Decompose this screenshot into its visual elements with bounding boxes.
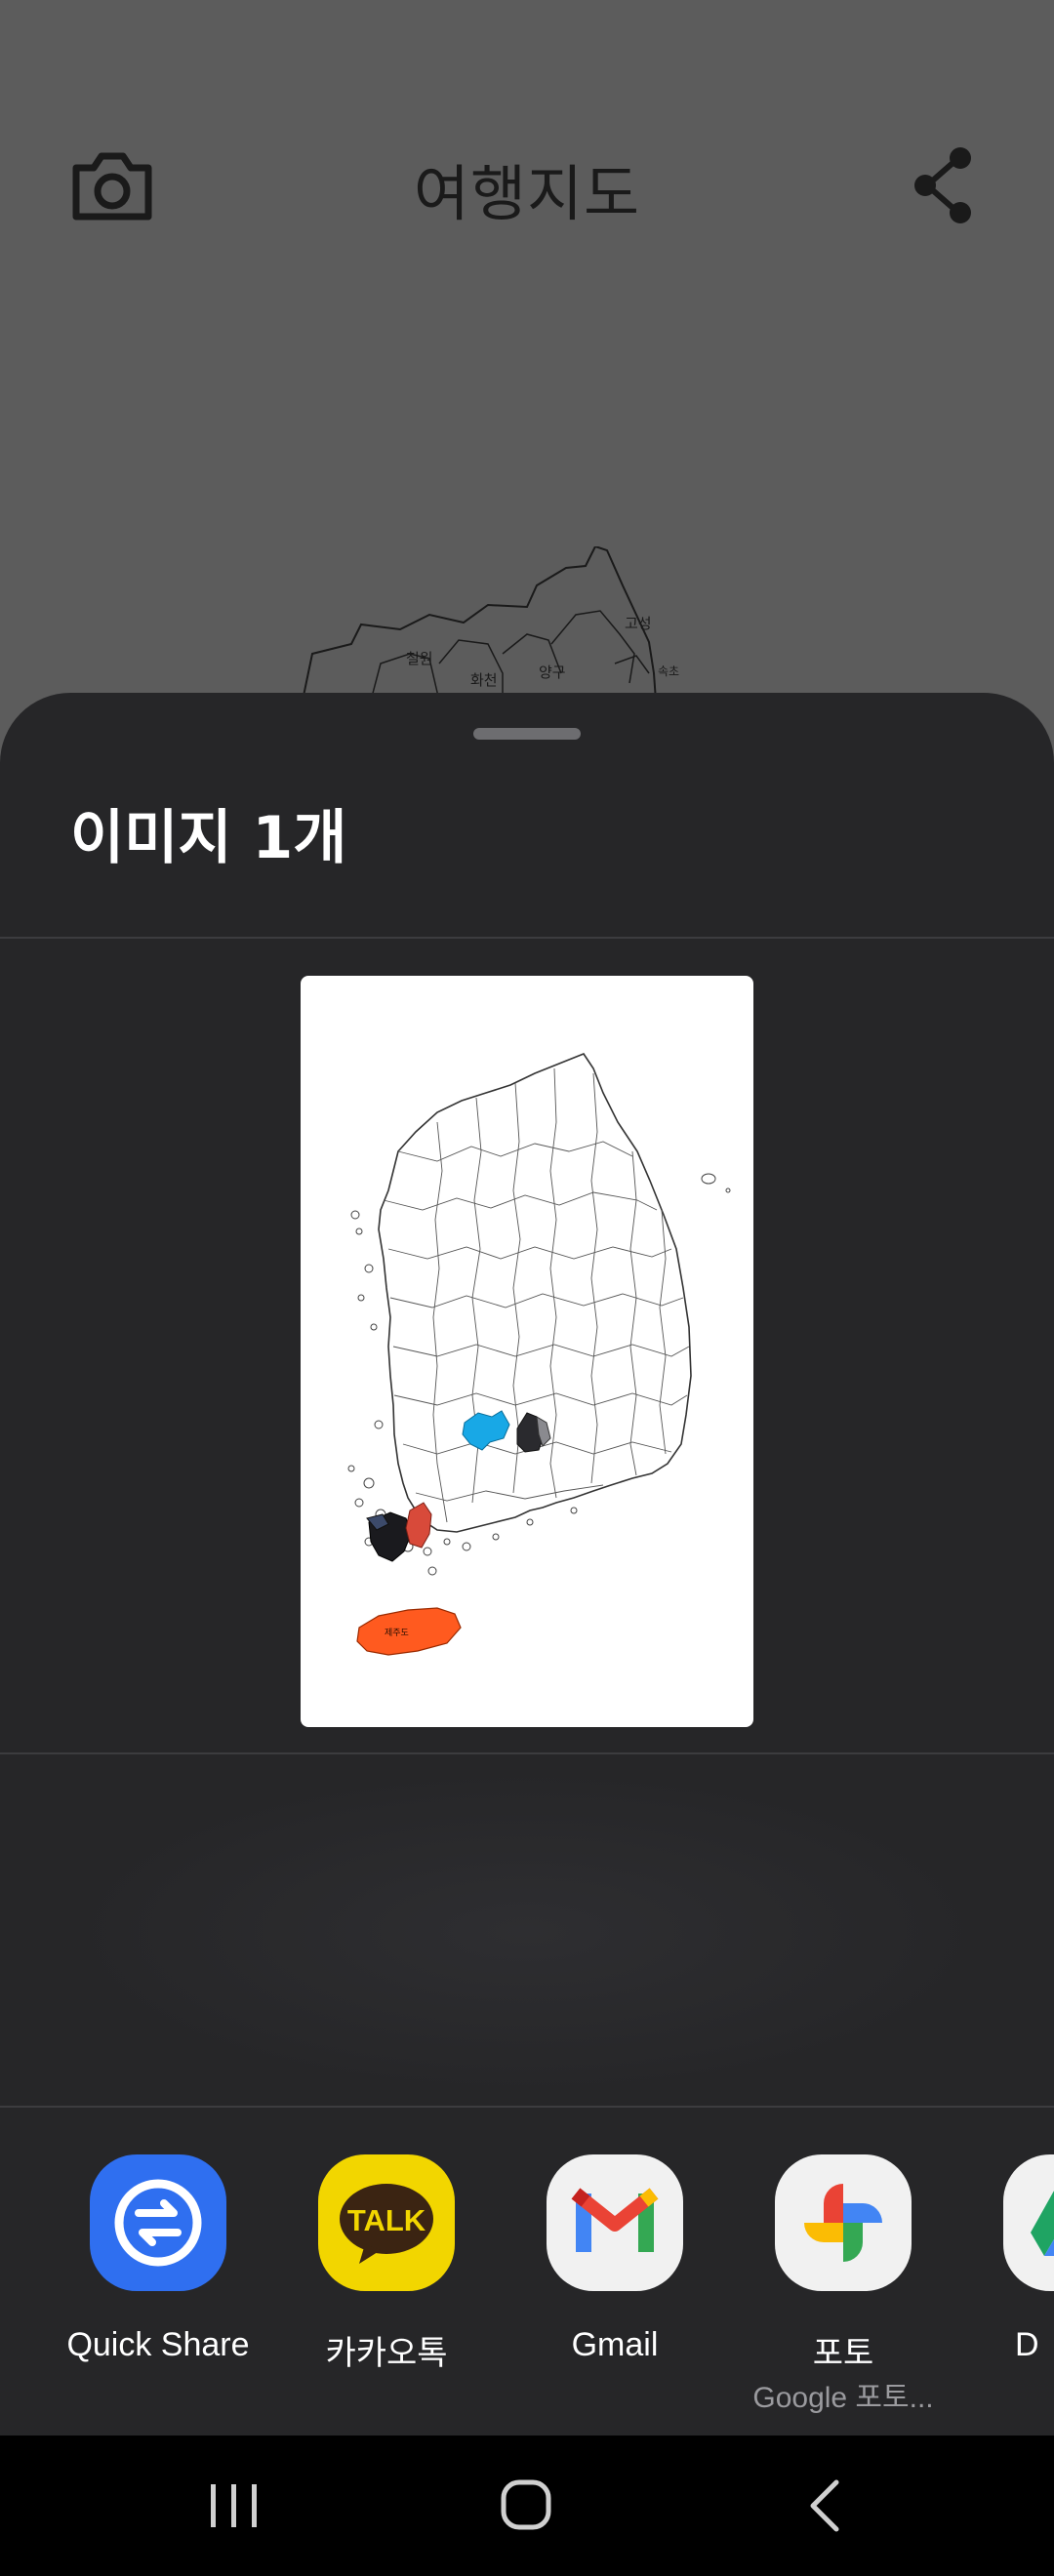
divider: [0, 1752, 1054, 1754]
kakaotalk-badge: TALK: [347, 2203, 426, 2237]
home-icon: [501, 2479, 551, 2530]
share-target-quick-share[interactable]: Quick Share: [61, 2154, 256, 2408]
map-label-sokcho: 속초: [658, 664, 679, 678]
share-target-label: Quick Share: [66, 2326, 250, 2363]
share-target-drive[interactable]: D: [974, 2154, 1054, 2408]
share-target-label: 카카오톡: [325, 2335, 448, 2372]
share-target-kakaotalk[interactable]: TALK 카카오톡: [289, 2154, 484, 2408]
kakaotalk-icon: TALK: [318, 2154, 455, 2291]
recents-button[interactable]: [185, 2471, 283, 2541]
google-drive-icon: [1003, 2154, 1054, 2291]
recents-icon: [211, 2484, 257, 2527]
share-targets-row: Quick Share TALK 카카오톡 Gmail 포토 Google 포토…: [0, 2154, 1054, 2414]
map-label-cheorwon: 철원: [406, 650, 433, 667]
highlight-region-red: [405, 1502, 432, 1549]
content-placeholder: [59, 1766, 995, 2098]
system-navigation-bar: [0, 2435, 1054, 2576]
map-label-yanggu: 양구: [539, 664, 566, 681]
image-preview[interactable]: 제주도: [301, 976, 753, 1727]
google-photos-icon: [775, 2154, 912, 2291]
share-icon: [914, 147, 971, 223]
app-title: 여행지도: [413, 158, 641, 229]
app-header: 여행지도: [0, 137, 1054, 234]
highlight-region-jeju: [356, 1607, 462, 1656]
map-label-hwacheon: 화천: [470, 671, 498, 689]
divider: [0, 2106, 1054, 2108]
map-label-goseong: 고성: [625, 615, 652, 632]
back-icon: [810, 2479, 839, 2532]
share-target-google-photos[interactable]: 포토 Google 포토...: [746, 2154, 941, 2414]
map-label-jeju: 제주도: [385, 1628, 409, 1638]
divider: [0, 937, 1054, 939]
share-target-label: D: [1015, 2326, 1039, 2363]
share-target-label: 포토: [812, 2335, 874, 2372]
share-target-label: Gmail: [571, 2326, 659, 2363]
share-target-gmail[interactable]: Gmail: [517, 2154, 712, 2408]
share-button[interactable]: [898, 146, 986, 224]
share-target-sublabel: Google 포토...: [752, 2382, 934, 2414]
gmail-icon: [547, 2154, 683, 2291]
quick-share-icon: [90, 2154, 226, 2291]
share-sheet: 이미지 1개 제주도 Quick Share TALK 카카오톡 Gmail 포…: [0, 693, 1054, 2435]
back-button[interactable]: [776, 2471, 873, 2541]
korea-map-thumbnail: 제주도: [347, 1053, 731, 1656]
sheet-title: 이미지 1개: [70, 804, 347, 872]
sheet-drag-handle[interactable]: [473, 728, 581, 740]
background-map: 철원 화천 양구 고성 속초: [302, 546, 679, 702]
home-button[interactable]: [478, 2471, 576, 2541]
